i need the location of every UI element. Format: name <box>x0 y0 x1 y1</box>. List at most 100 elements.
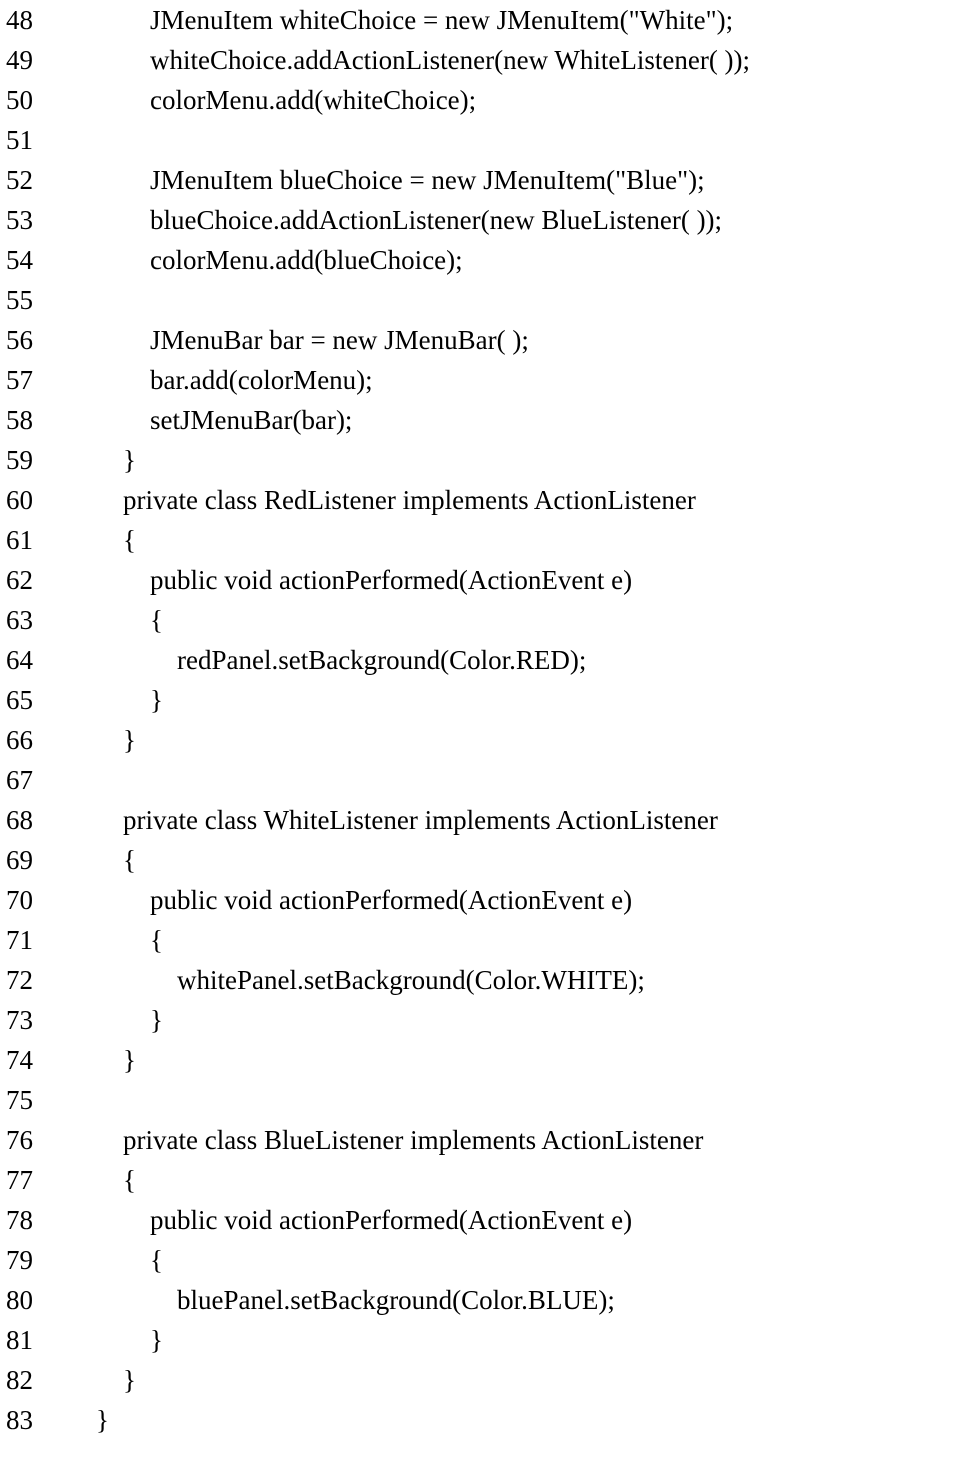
line-number: 75 <box>6 1080 60 1120</box>
code-text: { <box>60 520 136 560</box>
code-line: 59 } <box>6 440 960 480</box>
line-number: 73 <box>6 1000 60 1040</box>
code-line: 60 private class RedListener implements … <box>6 480 960 520</box>
code-text: whiteChoice.addActionListener(new WhiteL… <box>60 40 750 80</box>
line-number: 65 <box>6 680 60 720</box>
line-number: 64 <box>6 640 60 680</box>
code-text: } <box>60 720 136 760</box>
code-text: redPanel.setBackground(Color.RED); <box>60 640 586 680</box>
code-text: setJMenuBar(bar); <box>60 400 352 440</box>
code-line: 52 JMenuItem blueChoice = new JMenuItem(… <box>6 160 960 200</box>
code-text: colorMenu.add(blueChoice); <box>60 240 463 280</box>
line-number: 71 <box>6 920 60 960</box>
code-line: 56 JMenuBar bar = new JMenuBar( ); <box>6 320 960 360</box>
line-number: 54 <box>6 240 60 280</box>
code-line: 58 setJMenuBar(bar); <box>6 400 960 440</box>
code-line: 74 } <box>6 1040 960 1080</box>
code-line: 70 public void actionPerformed(ActionEve… <box>6 880 960 920</box>
code-line: 53 blueChoice.addActionListener(new Blue… <box>6 200 960 240</box>
line-number: 67 <box>6 760 60 800</box>
line-number: 70 <box>6 880 60 920</box>
code-text: } <box>60 1320 163 1360</box>
code-line: 63 { <box>6 600 960 640</box>
code-text: JMenuBar bar = new JMenuBar( ); <box>60 320 529 360</box>
line-number: 77 <box>6 1160 60 1200</box>
line-number: 83 <box>6 1400 60 1440</box>
code-text: { <box>60 840 136 880</box>
code-listing: 48 JMenuItem whiteChoice = new JMenuItem… <box>6 0 960 1440</box>
line-number: 72 <box>6 960 60 1000</box>
code-text: } <box>60 1400 109 1440</box>
line-number: 49 <box>6 40 60 80</box>
line-number: 74 <box>6 1040 60 1080</box>
code-line: 55 <box>6 280 960 320</box>
line-number: 63 <box>6 600 60 640</box>
code-line: 75 <box>6 1080 960 1120</box>
code-line: 82 } <box>6 1360 960 1400</box>
code-line: 57 bar.add(colorMenu); <box>6 360 960 400</box>
code-line: 67 <box>6 760 960 800</box>
code-text: bluePanel.setBackground(Color.BLUE); <box>60 1280 615 1320</box>
line-number: 81 <box>6 1320 60 1360</box>
code-text: blueChoice.addActionListener(new BlueLis… <box>60 200 722 240</box>
line-number: 52 <box>6 160 60 200</box>
code-text: JMenuItem whiteChoice = new JMenuItem("W… <box>60 0 733 40</box>
code-line: 49 whiteChoice.addActionListener(new Whi… <box>6 40 960 80</box>
code-line: 78 public void actionPerformed(ActionEve… <box>6 1200 960 1240</box>
code-line: 62 public void actionPerformed(ActionEve… <box>6 560 960 600</box>
line-number: 66 <box>6 720 60 760</box>
code-line: 83} <box>6 1400 960 1440</box>
line-number: 55 <box>6 280 60 320</box>
code-text: { <box>60 920 163 960</box>
code-line: 50 colorMenu.add(whiteChoice); <box>6 80 960 120</box>
line-number: 50 <box>6 80 60 120</box>
code-text: { <box>60 600 163 640</box>
line-number: 62 <box>6 560 60 600</box>
code-text: JMenuItem blueChoice = new JMenuItem("Bl… <box>60 160 705 200</box>
code-text: public void actionPerformed(ActionEvent … <box>60 560 632 600</box>
line-number: 69 <box>6 840 60 880</box>
code-text: public void actionPerformed(ActionEvent … <box>60 1200 632 1240</box>
code-text <box>60 1080 123 1120</box>
code-text: { <box>60 1240 163 1280</box>
code-line: 73 } <box>6 1000 960 1040</box>
code-text <box>60 760 123 800</box>
line-number: 58 <box>6 400 60 440</box>
code-text: } <box>60 440 136 480</box>
code-line: 65 } <box>6 680 960 720</box>
line-number: 61 <box>6 520 60 560</box>
line-number: 51 <box>6 120 60 160</box>
code-text: bar.add(colorMenu); <box>60 360 373 400</box>
line-number: 53 <box>6 200 60 240</box>
code-text: } <box>60 1040 136 1080</box>
code-text: private class WhiteListener implements A… <box>60 800 718 840</box>
code-line: 66 } <box>6 720 960 760</box>
code-line: 71 { <box>6 920 960 960</box>
code-text: } <box>60 680 163 720</box>
code-line: 80 bluePanel.setBackground(Color.BLUE); <box>6 1280 960 1320</box>
code-line: 77 { <box>6 1160 960 1200</box>
code-line: 54 colorMenu.add(blueChoice); <box>6 240 960 280</box>
line-number: 68 <box>6 800 60 840</box>
code-text: private class RedListener implements Act… <box>60 480 696 520</box>
code-line: 48 JMenuItem whiteChoice = new JMenuItem… <box>6 0 960 40</box>
code-line: 81 } <box>6 1320 960 1360</box>
code-text: colorMenu.add(whiteChoice); <box>60 80 476 120</box>
line-number: 59 <box>6 440 60 480</box>
line-number: 48 <box>6 0 60 40</box>
line-number: 56 <box>6 320 60 360</box>
line-number: 82 <box>6 1360 60 1400</box>
line-number: 57 <box>6 360 60 400</box>
code-text: public void actionPerformed(ActionEvent … <box>60 880 632 920</box>
code-line: 51 <box>6 120 960 160</box>
code-line: 69 { <box>6 840 960 880</box>
code-line: 61 { <box>6 520 960 560</box>
code-text: { <box>60 1160 136 1200</box>
line-number: 60 <box>6 480 60 520</box>
code-text: } <box>60 1360 136 1400</box>
code-text: private class BlueListener implements Ac… <box>60 1120 703 1160</box>
line-number: 78 <box>6 1200 60 1240</box>
code-line: 79 { <box>6 1240 960 1280</box>
code-text <box>60 120 150 160</box>
code-text: } <box>60 1000 163 1040</box>
